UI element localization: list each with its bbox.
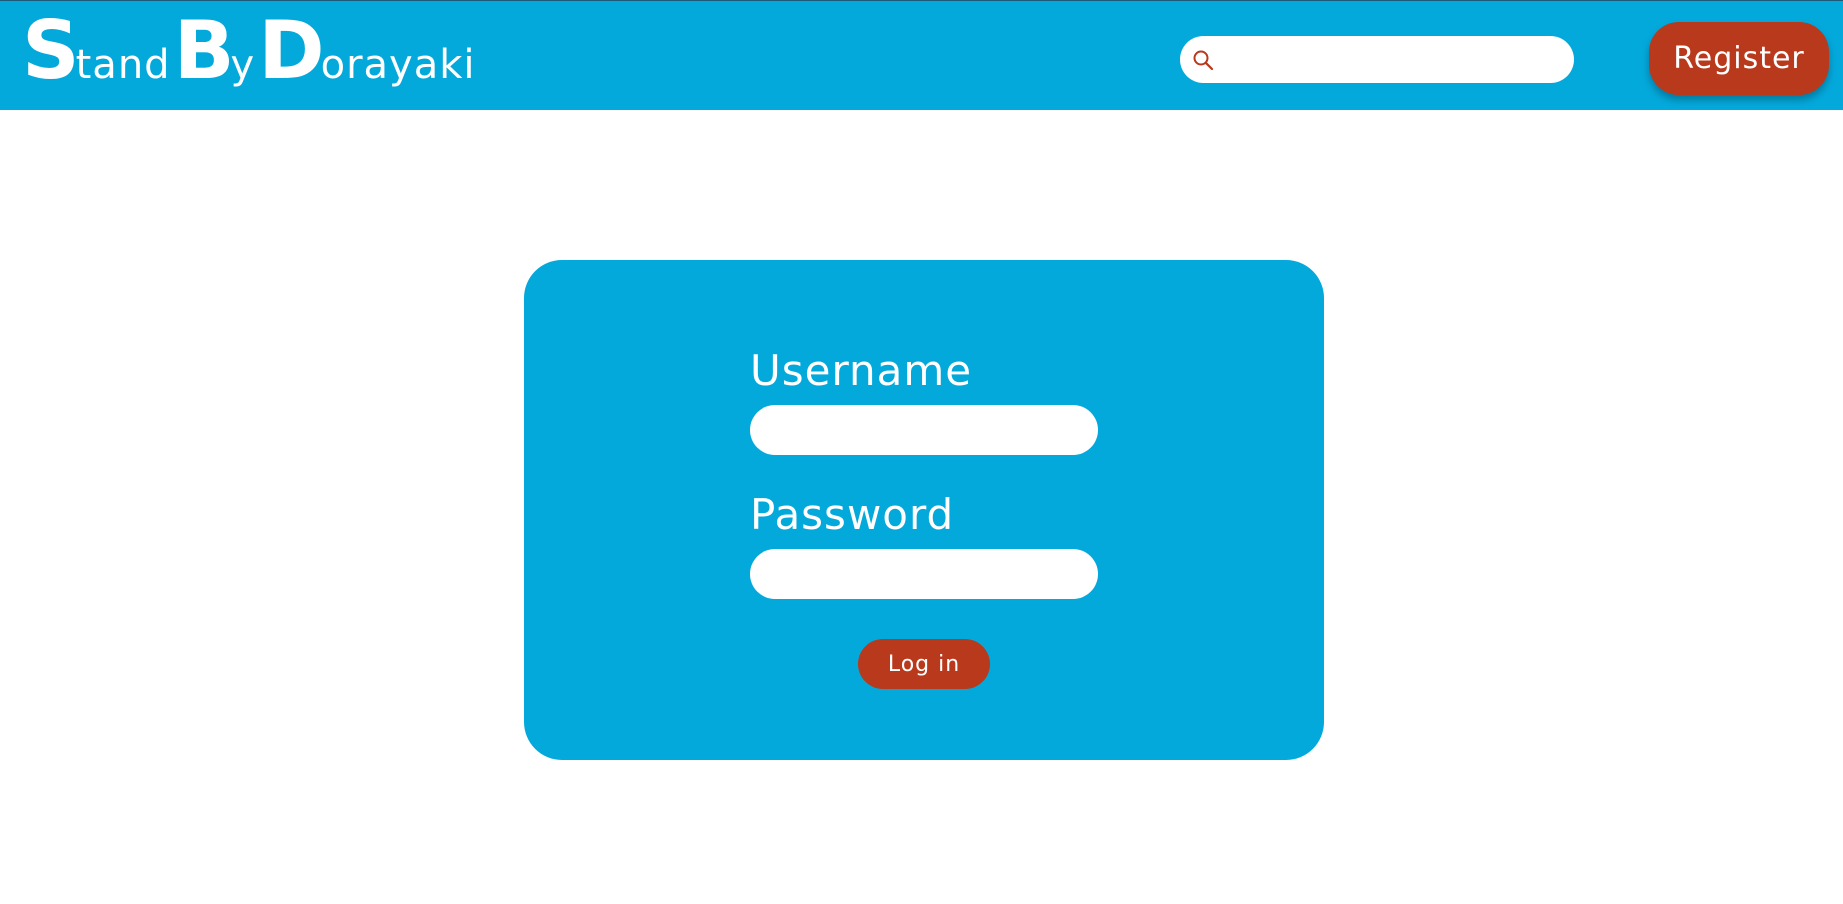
password-field[interactable] (750, 549, 1098, 599)
top-navbar: StandByDorayaki Register (0, 0, 1843, 110)
search-bar[interactable] (1180, 36, 1574, 83)
site-logo[interactable]: StandByDorayaki (22, 11, 479, 91)
logo-letter-s: S (22, 4, 80, 97)
username-label: Username (750, 346, 973, 395)
logo-text-y: y (230, 42, 256, 88)
logo-text-orayaki: orayaki (320, 42, 476, 88)
register-button[interactable]: Register (1649, 22, 1829, 95)
logo-letter-d: D (258, 4, 324, 97)
logo-text-tand: tand (75, 42, 171, 88)
search-icon[interactable] (1192, 49, 1214, 71)
logo-letter-b: B (173, 4, 235, 97)
password-label: Password (750, 490, 955, 539)
username-field[interactable] (750, 405, 1098, 455)
search-input[interactable] (1222, 42, 1566, 78)
login-button[interactable]: Log in (858, 639, 990, 689)
